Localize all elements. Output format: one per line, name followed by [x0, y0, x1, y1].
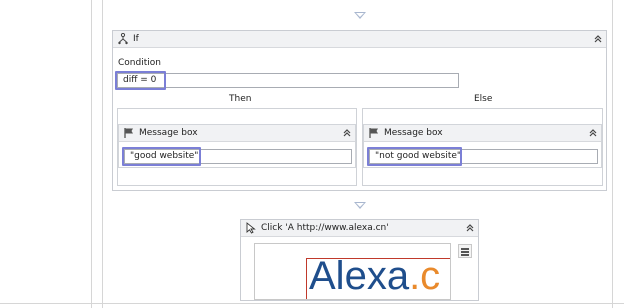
click-activity-title: Click 'A http://www.alexa.cn' [261, 223, 389, 233]
mouse-pointer-icon [245, 222, 257, 234]
alexa-logo: Alexa.c [309, 253, 440, 299]
flag-icon [368, 127, 380, 139]
left-gutter-line [91, 0, 92, 308]
if-activity-header[interactable]: If [113, 31, 606, 48]
else-message-box-activity[interactable]: Message box "not good website" [363, 124, 602, 168]
right-gutter-line [612, 0, 613, 308]
left-gutter-line-inner [102, 0, 103, 308]
then-message-highlight [122, 147, 201, 166]
condition-label: Condition [118, 58, 161, 68]
else-branch-panel[interactable]: Message box "not good website" [362, 108, 603, 186]
double-chevron-up-icon[interactable] [588, 128, 598, 138]
else-message-highlight [367, 147, 462, 166]
condition-highlight [115, 71, 166, 90]
connector-arrow-top [354, 12, 366, 19]
double-chevron-up-icon[interactable] [342, 128, 352, 138]
then-message-box-activity[interactable]: Message box "good website" [118, 124, 356, 168]
condition-input[interactable]: diff = 0 [117, 73, 459, 88]
if-activity[interactable]: If Condition diff = 0 Then Else Message … [112, 30, 607, 191]
connector-arrow-middle [354, 202, 366, 209]
else-message-box-title: Message box [384, 128, 443, 138]
else-message-box-header[interactable]: Message box [364, 125, 601, 142]
alexa-logo-text: Alexa.c [309, 254, 441, 298]
then-label: Then [229, 94, 252, 104]
hamburger-menu-icon[interactable] [458, 244, 472, 258]
click-activity-header[interactable]: Click 'A http://www.alexa.cn' [241, 220, 478, 237]
double-chevron-up-icon[interactable] [593, 34, 603, 44]
branch-icon [117, 33, 129, 45]
if-activity-title: If [133, 34, 139, 44]
double-chevron-up-icon[interactable] [465, 223, 475, 233]
element-preview-image[interactable]: Alexa.c [254, 243, 451, 300]
then-message-box-title: Message box [139, 128, 198, 138]
click-activity[interactable]: Click 'A http://www.alexa.cn' Alexa.c [240, 219, 479, 301]
bottom-scroll-line [0, 303, 624, 304]
then-message-box-header[interactable]: Message box [119, 125, 355, 142]
flag-icon [123, 127, 135, 139]
else-label: Else [474, 94, 493, 104]
then-branch-panel[interactable]: Message box "good website" [117, 108, 357, 186]
